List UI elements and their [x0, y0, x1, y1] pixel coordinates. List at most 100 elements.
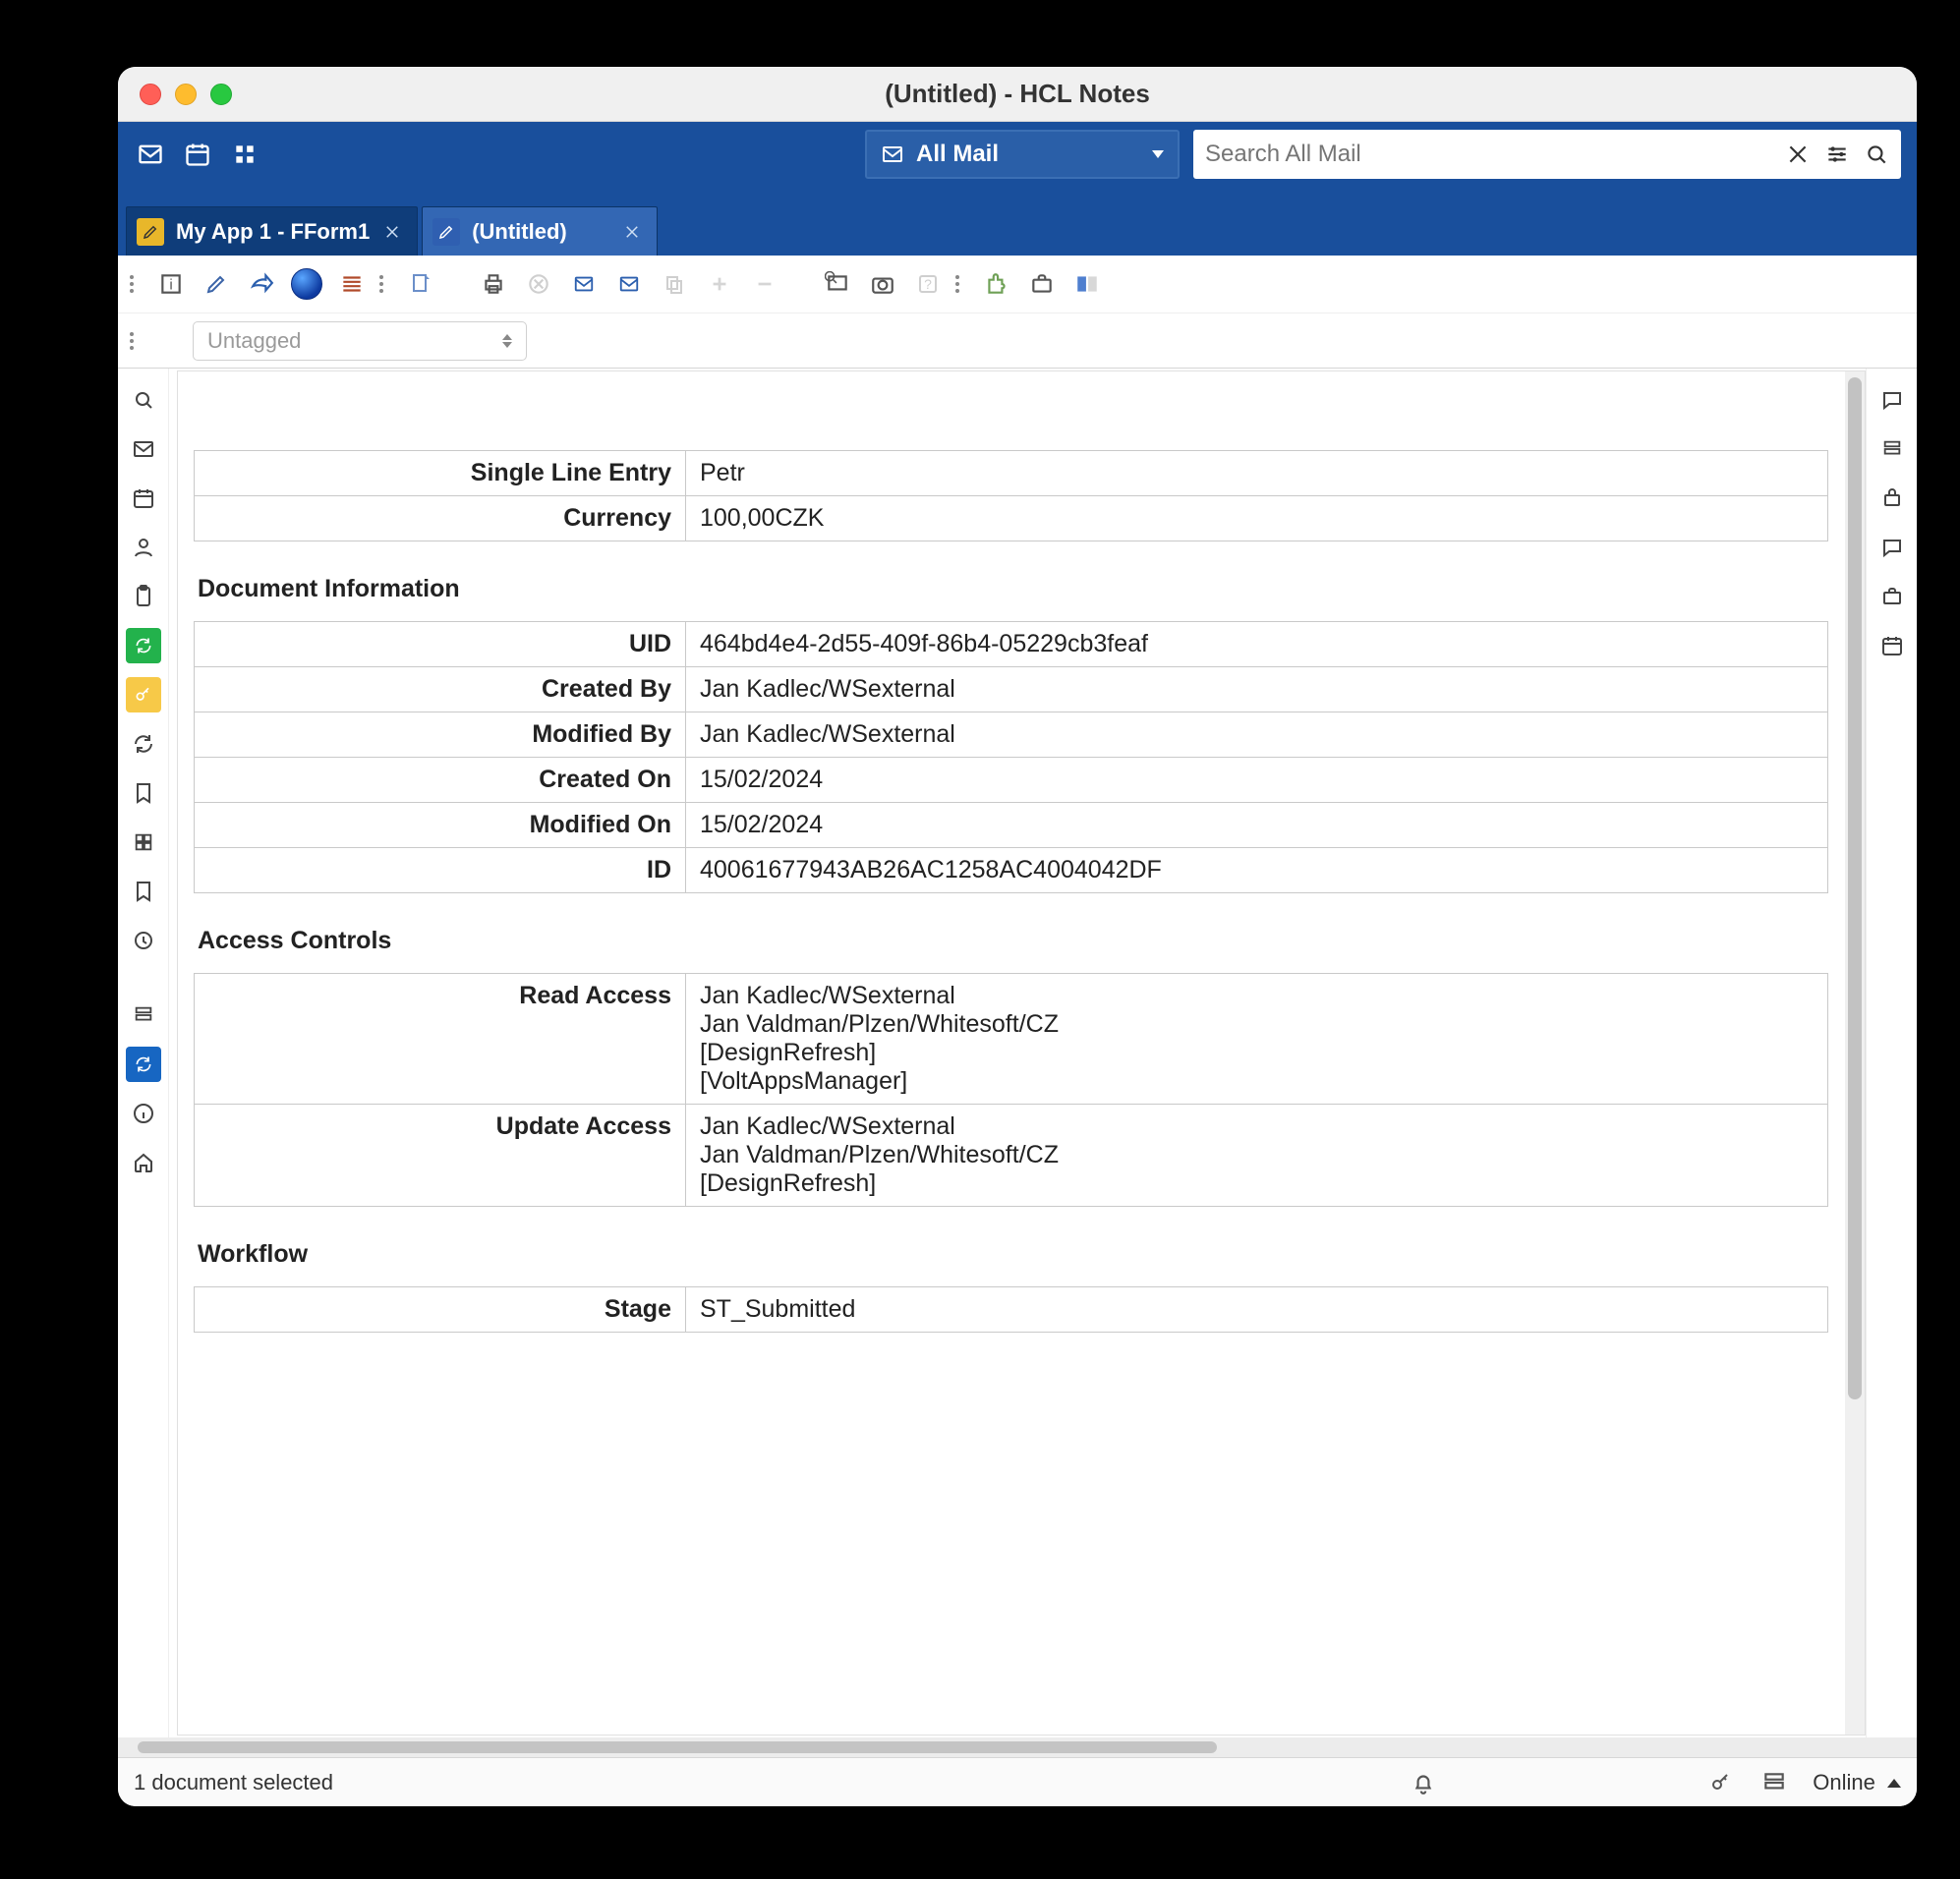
toolbar-grip[interactable] [130, 275, 140, 293]
toolbox-button[interactable] [1024, 266, 1060, 302]
search-icon[interactable] [1864, 142, 1889, 167]
toolbar-area: i ? Unta [118, 256, 1917, 369]
table-row: Read Access Jan Kadlec/WSexternal Jan Va… [195, 974, 1828, 1105]
tab-label: My App 1 - FForm1 [176, 219, 370, 245]
minus-button[interactable] [747, 266, 782, 302]
search-options-icon[interactable] [1824, 142, 1850, 167]
app-window: (Untitled) - HCL Notes All Mail M [118, 67, 1917, 1806]
search-input[interactable] [1205, 141, 1771, 168]
rail-comment[interactable] [1874, 530, 1910, 565]
plugin-button[interactable] [979, 266, 1014, 302]
list-button[interactable] [334, 266, 370, 302]
tab-untitled[interactable]: (Untitled) [422, 206, 658, 256]
print-button[interactable] [476, 266, 511, 302]
rail-calendar[interactable] [126, 481, 161, 516]
preview-button[interactable] [820, 266, 855, 302]
new-document-button[interactable] [403, 266, 438, 302]
table-row: Currency 100,00CZK [195, 496, 1828, 541]
scrollbar-thumb[interactable] [1848, 377, 1862, 1399]
properties-button[interactable]: i [153, 266, 189, 302]
svg-text:i: i [169, 276, 172, 293]
toolbar-grip[interactable] [955, 275, 965, 293]
mail-icon[interactable] [134, 138, 167, 171]
field-label: Modified On [195, 803, 686, 848]
table-row: Modified ByJan Kadlec/WSexternal [195, 712, 1828, 758]
rail-panel-stack[interactable] [1874, 431, 1910, 467]
layout-button[interactable] [1069, 266, 1105, 302]
main-toolbar: i ? [118, 256, 1917, 313]
apps-icon[interactable] [228, 138, 261, 171]
mail-action-2[interactable] [611, 266, 647, 302]
field-value: Jan Kadlec/WSexternal [686, 712, 1828, 758]
rail-grid[interactable] [126, 825, 161, 860]
rail-bookmark2[interactable] [126, 874, 161, 909]
field-value: 15/02/2024 [686, 803, 1828, 848]
online-status[interactable]: Online [1813, 1770, 1901, 1795]
rail-toolbox[interactable] [1874, 481, 1910, 516]
replication-button[interactable] [1761, 1770, 1787, 1795]
rail-contacts[interactable] [126, 530, 161, 565]
rail-app-green[interactable] [126, 628, 161, 663]
section-workflow-title: Workflow [198, 1240, 1845, 1269]
tag-selector[interactable]: Untagged [193, 321, 527, 361]
document-scroll-area[interactable]: Single Line Entry Petr Currency 100,00CZ… [178, 371, 1845, 1735]
app-header: All Mail My App 1 - FForm1 (Untitled) [118, 122, 1917, 256]
field-label: ID [195, 848, 686, 893]
rail-app-blue[interactable] [126, 1047, 161, 1082]
rail-info[interactable] [126, 1096, 161, 1131]
plus-button[interactable] [702, 266, 737, 302]
field-value: ST_Submitted [686, 1287, 1828, 1333]
left-rail [118, 369, 169, 1737]
search-field-wrap [1193, 130, 1901, 179]
workspace-body: Single Line Entry Petr Currency 100,00CZ… [118, 369, 1917, 1737]
mailbox-selector[interactable]: All Mail [865, 130, 1180, 179]
copy-button[interactable] [657, 266, 692, 302]
calendar-icon[interactable] [181, 138, 214, 171]
titlebar: (Untitled) - HCL Notes [118, 67, 1917, 122]
notifications-button[interactable] [1411, 1770, 1436, 1795]
tab-app-form[interactable]: My App 1 - FForm1 [126, 206, 418, 256]
table-row: Created On15/02/2024 [195, 758, 1828, 803]
globe-button[interactable] [289, 266, 324, 302]
horizontal-scrollbar[interactable] [118, 1737, 1917, 1757]
table-row: Created ByJan Kadlec/WSexternal [195, 667, 1828, 712]
tab-close-button[interactable] [621, 221, 643, 243]
table-row: Single Line Entry Petr [195, 451, 1828, 496]
help-button[interactable]: ? [910, 266, 946, 302]
mail-action-1[interactable] [566, 266, 602, 302]
toolbar-grip[interactable] [130, 332, 140, 350]
rail-bookmark[interactable] [126, 775, 161, 811]
tab-label: (Untitled) [472, 219, 567, 245]
rail-home[interactable] [126, 1145, 161, 1180]
form-icon [137, 218, 164, 246]
security-button[interactable] [1706, 1771, 1736, 1794]
rail-app-yellow[interactable] [126, 677, 161, 712]
field-label: Modified By [195, 712, 686, 758]
forward-button[interactable] [244, 266, 279, 302]
status-text: 1 document selected [134, 1770, 333, 1795]
rail-chat[interactable] [1874, 382, 1910, 418]
rail-stack[interactable] [126, 997, 161, 1033]
rail-day[interactable] [1874, 628, 1910, 663]
table-row: Update Access Jan Kadlec/WSexternal Jan … [195, 1105, 1828, 1207]
globe-icon [291, 268, 322, 300]
field-value: 464bd4e4-2d55-409f-86b4-05229cb3feaf [686, 622, 1828, 667]
tab-close-button[interactable] [381, 221, 403, 243]
rail-history[interactable] [126, 923, 161, 958]
clear-icon[interactable] [1785, 142, 1811, 167]
toolbar-grip[interactable] [379, 275, 389, 293]
edit-button[interactable] [199, 266, 234, 302]
doc-info-table: UID464bd4e4-2d55-409f-86b4-05229cb3feaf … [194, 621, 1828, 893]
rail-sync[interactable] [126, 726, 161, 762]
window-title: (Untitled) - HCL Notes [118, 79, 1917, 109]
cancel-button[interactable] [521, 266, 556, 302]
rail-briefcase[interactable] [1874, 579, 1910, 614]
field-value: 40061677943AB26AC1258AC4004042DF [686, 848, 1828, 893]
rail-mail[interactable] [126, 431, 161, 467]
rail-search[interactable] [126, 382, 161, 418]
workflow-table: Stage ST_Submitted [194, 1286, 1828, 1333]
vertical-scrollbar[interactable] [1845, 371, 1865, 1735]
rail-todo[interactable] [126, 579, 161, 614]
scrollbar-thumb[interactable] [138, 1741, 1217, 1753]
camera-button[interactable] [865, 266, 900, 302]
